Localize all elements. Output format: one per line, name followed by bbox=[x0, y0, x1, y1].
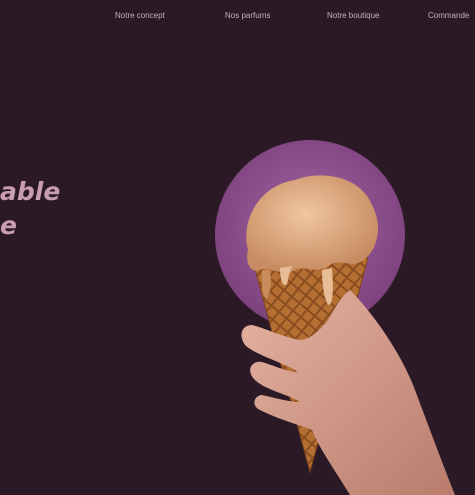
ice-cream-cone-icon bbox=[215, 140, 455, 495]
nav-link-order[interactable]: Commande bbox=[428, 11, 469, 20]
hero-headline: able e bbox=[0, 175, 60, 243]
nav-link-shop[interactable]: Notre boutique bbox=[327, 11, 379, 20]
nav-link-flavors[interactable]: Nos parfums bbox=[225, 11, 270, 20]
nav-link-concept[interactable]: Notre concept bbox=[115, 11, 165, 20]
hero-image bbox=[200, 140, 475, 495]
top-navigation: Notre concept Nos parfums Notre boutique… bbox=[0, 11, 475, 23]
hero-headline-line-2: e bbox=[0, 210, 17, 240]
page: Notre concept Nos parfums Notre boutique… bbox=[0, 0, 475, 495]
hero-headline-line-1: able bbox=[0, 176, 61, 206]
